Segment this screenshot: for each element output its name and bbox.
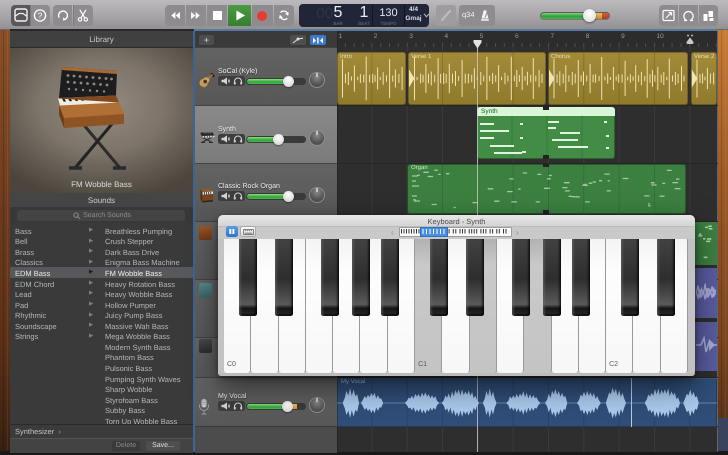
svg-text:?: ? (38, 10, 43, 20)
